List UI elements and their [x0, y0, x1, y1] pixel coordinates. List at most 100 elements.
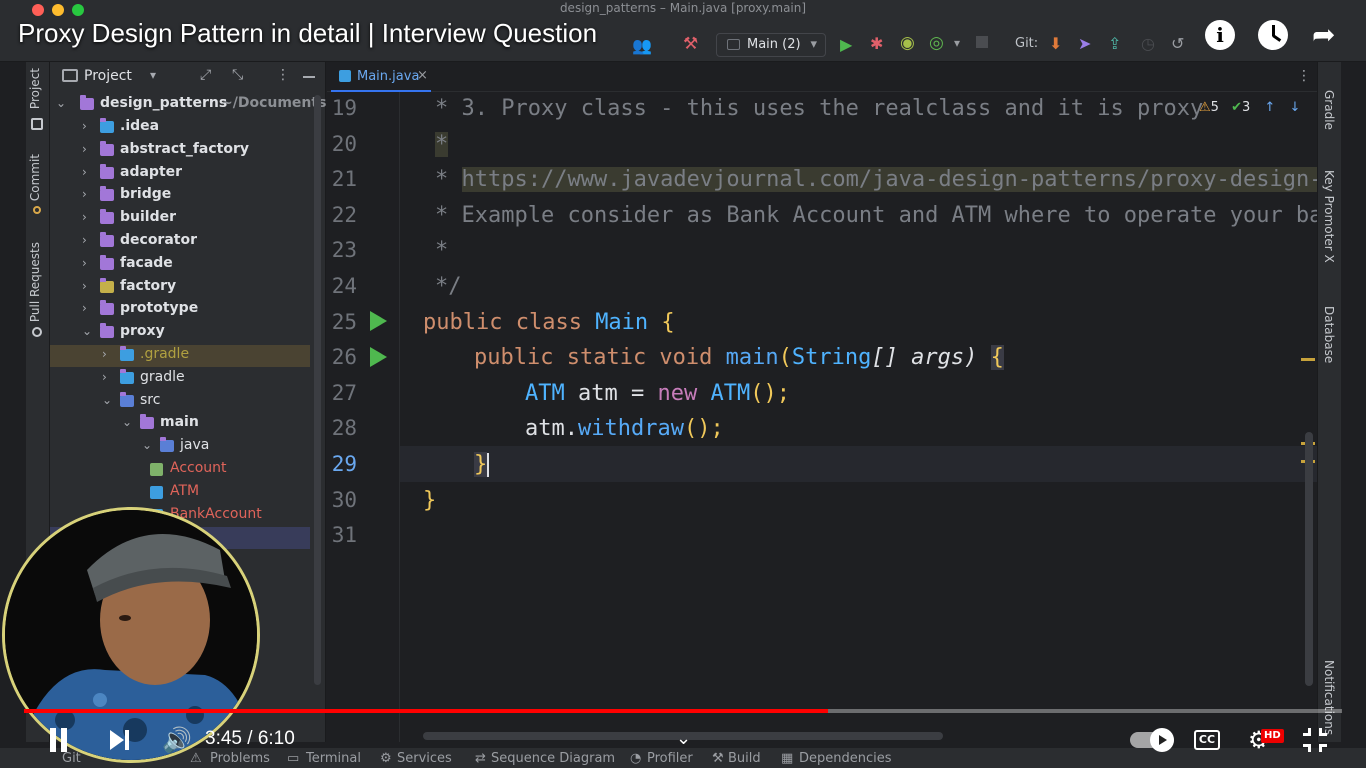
- tool-tab-pull-requests[interactable]: Pull Requests: [28, 242, 42, 322]
- method-name: withdraw: [577, 416, 684, 441]
- tree-item[interactable]: › factory: [50, 277, 310, 299]
- tree-item[interactable]: › .gradle: [50, 345, 310, 367]
- chevron-right-icon[interactable]: ›: [82, 119, 94, 133]
- more-run-chevron-icon[interactable]: ▾: [954, 36, 960, 50]
- next-highlight-icon[interactable]: ↓: [1289, 100, 1300, 115]
- run-main-gutter-icon[interactable]: [370, 347, 387, 367]
- project-panel-title[interactable]: Project: [84, 68, 132, 84]
- code-editor[interactable]: Main.java × ⋮ ⚠5 ✔3 ↑ ↓ 19 20 21 22 23 2…: [327, 62, 1317, 742]
- tree-item[interactable]: ⌄ src: [50, 391, 310, 413]
- tool-tab-commit[interactable]: Commit: [28, 154, 42, 201]
- captions-icon[interactable]: CC: [1194, 730, 1220, 750]
- project-scrollbar[interactable]: [314, 95, 321, 685]
- tool-tab-services[interactable]: Services: [397, 751, 452, 766]
- users-icon[interactable]: 👥: [632, 36, 652, 55]
- run-class-gutter-icon[interactable]: [370, 311, 387, 331]
- profile-icon[interactable]: ◎: [929, 33, 944, 53]
- tree-item[interactable]: › .idea: [50, 117, 310, 139]
- pause-button[interactable]: [48, 728, 70, 752]
- code-line-22: * Example consider as Bank Account and A…: [435, 203, 1317, 228]
- tree-item[interactable]: › abstract_factory: [50, 140, 310, 162]
- run-configuration-select[interactable]: Main (2): [716, 33, 826, 57]
- tool-tab-gradle[interactable]: Gradle: [1322, 90, 1336, 130]
- tree-item[interactable]: › prototype: [50, 299, 310, 321]
- close-tab-icon[interactable]: ×: [417, 68, 428, 83]
- options-icon[interactable]: ⋮: [276, 67, 290, 83]
- expand-all-icon[interactable]: ⤢: [200, 67, 211, 83]
- chevron-down-icon[interactable]: ⌄: [122, 415, 134, 429]
- hide-panel-icon[interactable]: [303, 76, 315, 78]
- tree-item-label: java: [180, 437, 210, 454]
- rollback-icon[interactable]: ↺: [1171, 34, 1184, 53]
- tree-item[interactable]: ATM: [50, 482, 310, 504]
- exit-fullscreen-icon[interactable]: [1303, 728, 1327, 752]
- tree-item[interactable]: › builder: [50, 208, 310, 230]
- chevron-right-icon[interactable]: ›: [82, 142, 94, 156]
- chevron-down-icon[interactable]: ⌄: [102, 393, 114, 407]
- chevron-right-icon[interactable]: ›: [82, 256, 94, 270]
- tree-item[interactable]: › adapter: [50, 163, 310, 185]
- video-title[interactable]: Proxy Design Pattern in detail | Intervi…: [18, 18, 597, 49]
- tool-tab-sequence-diagram[interactable]: Sequence Diagram: [491, 751, 615, 766]
- share-icon[interactable]: ➦: [1312, 18, 1335, 51]
- tool-tab-database[interactable]: Database: [1322, 306, 1336, 363]
- previous-highlight-icon[interactable]: ↑: [1264, 100, 1275, 115]
- tool-tab-terminal[interactable]: Terminal: [306, 751, 361, 766]
- build-hammer-icon[interactable]: ⚒: [683, 34, 698, 54]
- tree-item[interactable]: Account: [50, 459, 310, 481]
- inspection-widget[interactable]: ⚠5 ✔3 ↑ ↓: [1199, 100, 1300, 115]
- next-video-button[interactable]: [110, 730, 132, 752]
- chevron-down-icon[interactable]: ⌄: [142, 438, 154, 452]
- coverage-icon[interactable]: ◉: [900, 33, 915, 53]
- tool-tab-project[interactable]: Project: [28, 68, 42, 109]
- tool-tab-problems[interactable]: Problems: [210, 751, 270, 766]
- git-commit-icon[interactable]: ➤: [1078, 34, 1091, 53]
- tool-tab-dependencies[interactable]: Dependencies: [799, 751, 892, 766]
- tree-item[interactable]: ⌄ java: [50, 436, 310, 458]
- info-icon[interactable]: i: [1205, 20, 1235, 50]
- tool-tab-notifications[interactable]: Notifications: [1322, 660, 1336, 735]
- project-view-chevron-icon[interactable]: ▾: [150, 68, 156, 82]
- tab-main-java[interactable]: Main.java ×: [331, 62, 431, 92]
- tree-item-label: .idea: [120, 118, 160, 134]
- tool-tab-git[interactable]: Git: [62, 751, 81, 766]
- chevron-right-icon[interactable]: ›: [82, 165, 94, 179]
- chevron-right-icon[interactable]: ›: [82, 210, 94, 224]
- run-icon[interactable]: ▶: [840, 35, 852, 54]
- chevron-right-icon[interactable]: ›: [82, 279, 94, 293]
- git-update-icon[interactable]: ⬇: [1049, 34, 1062, 53]
- chevron-right-icon[interactable]: ›: [102, 370, 114, 384]
- chevron-right-icon[interactable]: ›: [102, 347, 114, 361]
- chevron-down-icon[interactable]: ⌄: [82, 324, 94, 338]
- editor-scrollbar[interactable]: [1305, 432, 1313, 686]
- chevron-right-icon[interactable]: ›: [82, 233, 94, 247]
- chevron-down-icon[interactable]: ⌄: [676, 728, 691, 749]
- terminal-icon: ▭: [287, 751, 300, 766]
- tree-item[interactable]: › bridge: [50, 185, 310, 207]
- chevron-right-icon[interactable]: ›: [82, 301, 94, 315]
- history-icon[interactable]: ◷: [1141, 34, 1155, 53]
- comment-url-link[interactable]: https://www.javadevjournal.com/java-desi…: [461, 167, 1317, 192]
- tree-item[interactable]: › decorator: [50, 231, 310, 253]
- video-progress-bar[interactable]: [24, 709, 1342, 713]
- warning-marker[interactable]: [1301, 358, 1315, 361]
- stop-icon[interactable]: [976, 36, 988, 48]
- tree-root[interactable]: ⌄ design_patterns ~/Documents: [50, 94, 326, 116]
- collapse-all-icon[interactable]: ⤡: [232, 67, 243, 83]
- editor-options-icon[interactable]: ⋮: [1297, 68, 1311, 84]
- git-push-icon[interactable]: ⇪: [1108, 34, 1121, 53]
- tool-tab-key-promoter[interactable]: Key Promoter X: [1322, 170, 1336, 263]
- tree-item[interactable]: › facade: [50, 254, 310, 276]
- tool-tab-build[interactable]: Build: [728, 751, 761, 766]
- autoplay-toggle[interactable]: [1130, 728, 1174, 752]
- debug-icon[interactable]: ✱: [870, 34, 883, 53]
- volume-icon[interactable]: 🔊: [162, 726, 192, 754]
- tree-item[interactable]: ⌄ proxy: [50, 322, 310, 344]
- chevron-right-icon[interactable]: ›: [82, 187, 94, 201]
- params: [] args): [871, 345, 991, 370]
- tree-item[interactable]: › gradle: [50, 368, 310, 390]
- watch-later-icon[interactable]: [1258, 20, 1288, 50]
- tree-item[interactable]: ⌄ main: [50, 413, 310, 435]
- tool-tab-profiler[interactable]: Profiler: [647, 751, 693, 766]
- tree-item-label: .gradle: [140, 346, 190, 362]
